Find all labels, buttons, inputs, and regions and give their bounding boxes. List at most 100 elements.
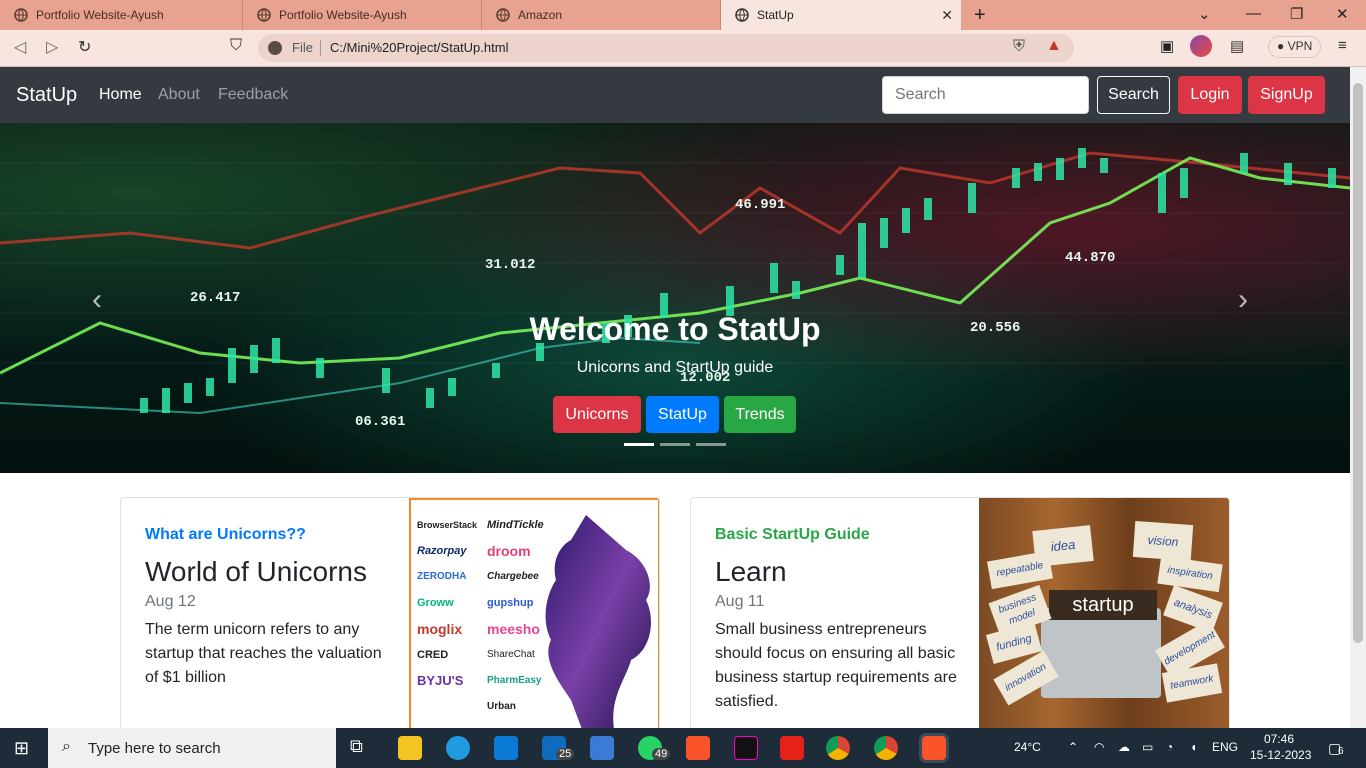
logo-text: ShareChat [487,649,535,660]
nav-home[interactable]: Home [99,86,142,104]
brave-rewards-icon[interactable]: ▲ [1046,37,1062,55]
logo-text: CRED [417,649,449,661]
chrome-profile-icon[interactable] [874,736,898,760]
card-category[interactable]: What are Unicorns?? [145,526,306,544]
unicorns-card: What are Unicorns?? World of Unicorns Au… [120,497,660,728]
site-navbar: StatUp Home About Feedback Search Login … [0,67,1350,123]
clock-time[interactable]: 07:46 [1264,732,1294,746]
globe-icon [14,8,28,22]
youtube-icon[interactable] [780,736,804,760]
weather-text[interactable]: 24°C [1014,740,1041,754]
back-icon[interactable]: ◁ [14,37,26,57]
signup-button[interactable]: SignUp [1248,76,1325,114]
login-button[interactable]: Login [1178,76,1242,114]
onedrive-icon[interactable]: ☁ [1118,740,1130,754]
site-info-icon[interactable] [268,41,282,55]
profile-avatar[interactable] [1190,35,1212,57]
tab-list-chevron-icon[interactable]: ⌄ [1198,5,1211,23]
new-tab-button[interactable]: + [974,4,986,27]
card-category[interactable]: Basic StartUp Guide [715,526,870,544]
unicorns-button[interactable]: Unicorns [553,396,641,433]
globe-icon [257,8,271,22]
sidebar-icon[interactable]: ▣ [1160,37,1174,55]
wifi-icon[interactable]: ◔ [1166,740,1173,754]
battery-icon[interactable]: ▭ [1142,740,1153,754]
logo-text: ZERODHA [417,571,467,582]
brave-active-icon[interactable] [919,733,949,763]
note: inspiration [1157,555,1223,593]
brave-icon[interactable] [686,736,710,760]
logo-text: Chargebee [487,571,539,582]
minimize-button[interactable]: — [1246,5,1261,22]
trends-button[interactable]: Trends [724,396,796,433]
vscode-icon[interactable] [494,736,518,760]
intellij-icon[interactable] [734,736,758,760]
forward-icon[interactable]: ▷ [46,37,58,57]
address-bar[interactable]: File C:/Mini%20Project/StatUp.html ⛨ ▲ [258,34,1074,62]
tab-label: Amazon [518,8,563,22]
note: analysis [1163,585,1223,633]
url-text[interactable]: C:/Mini%20Project/StatUp.html [330,40,508,55]
file-explorer-icon[interactable] [398,736,422,760]
globe-icon [496,8,510,22]
bookmark-icon[interactable]: ⛉ [230,37,242,55]
nav-feedback[interactable]: Feedback [218,86,288,104]
task-view-icon[interactable]: ⧉ [350,736,374,760]
logo-text: PharmEasy [487,675,542,686]
menu-icon[interactable]: ≡ [1338,37,1347,54]
carousel-indicator-3[interactable] [696,443,726,446]
tab-label: StatUp [757,8,794,22]
search-icon: ⌕ [62,738,71,755]
close-tab-icon[interactable]: ✕ [941,7,953,24]
page-scrollbar[interactable] [1350,67,1366,728]
carousel-indicator-2[interactable] [660,443,690,446]
windows-start-icon[interactable]: ⊞ [14,738,29,759]
startup-laptop-image: startup idea vision repeatable inspirati… [979,498,1229,728]
search-input[interactable] [882,76,1089,114]
startup-guide-card: Basic StartUp Guide Learn Aug 11 Small b… [690,497,1230,728]
laptop-icon [1041,608,1161,698]
card-title: Learn [715,556,787,587]
hero-number: 44.870 [1065,250,1115,266]
divider [320,40,321,56]
vpn-label: VPN [1287,39,1313,53]
tab-statup[interactable]: StatUp ✕ [721,0,961,30]
tab-portfolio-1[interactable]: Portfolio Website-Ayush [0,0,243,30]
hero-number: 46.991 [735,197,785,213]
maximize-button[interactable]: ❐ [1290,5,1303,23]
clock-date[interactable]: 15-12-2023 [1250,748,1311,762]
tab-portfolio-2[interactable]: Portfolio Website-Ayush [243,0,482,30]
vpn-button[interactable]: ● VPN [1268,36,1322,58]
taskbar-search[interactable]: ⌕ Type here to search [48,728,336,768]
edge-icon[interactable] [446,736,470,760]
taskbar-search-text: Type here to search [88,739,221,757]
nav-about[interactable]: About [158,86,200,104]
logo-text: BYJU'S [417,673,464,688]
startup-word: startup [1049,590,1157,620]
store-icon[interactable] [590,736,614,760]
tray-chevron-icon[interactable]: ⌃ [1068,740,1078,754]
logo-text: Urban [487,701,516,712]
volume-icon[interactable]: ◖ [1190,740,1197,754]
card-title: World of Unicorns [145,556,368,587]
unicorn-logos-image: BrowserStack MindTickle Razorpay droom Z… [409,498,659,728]
search-button[interactable]: Search [1097,76,1170,114]
statup-button[interactable]: StatUp [646,396,719,433]
close-window-button[interactable]: ✕ [1336,5,1349,23]
card-description: Small business entrepreneurs should focu… [715,621,957,710]
card-description: The term unicorn refers to any startup t… [145,621,382,686]
brave-shield-icon[interactable]: ⛨ [1013,38,1025,56]
carousel-indicator-1[interactable] [624,443,654,446]
logo-text: gupshup [487,597,534,609]
chrome-icon[interactable] [826,736,850,760]
hero-title: Welcome to StatUp [529,311,821,347]
hero-number: 31.012 [485,257,535,273]
logo-text: meesho [487,621,540,637]
tab-amazon[interactable]: Amazon [482,0,721,30]
reload-icon[interactable]: ↻ [78,37,91,57]
scrollbar-thumb[interactable] [1353,83,1363,643]
language-indicator[interactable]: ENG [1212,740,1238,754]
network-icon[interactable]: ◠ [1094,740,1104,754]
brand-logo[interactable]: StatUp [16,84,77,107]
wallet-icon[interactable]: ▤ [1230,37,1244,55]
